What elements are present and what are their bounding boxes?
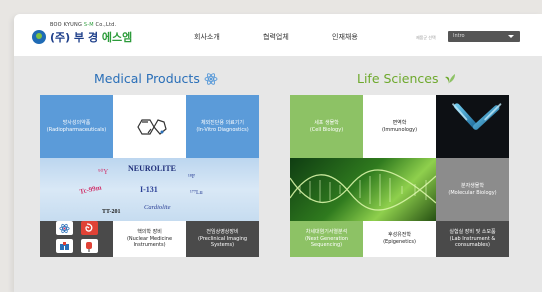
atom-icon [204,72,218,85]
tile-in-vitro-diagnostics-en: (In-Vitro Diagnostics) [196,126,249,133]
tile-antibody-image[interactable] [436,95,509,158]
dna-banner[interactable] [290,158,436,221]
chevron-down-icon [508,35,514,38]
tile-molecular-biology-ko: 분자생물학 [460,182,484,189]
plant-leaf-icon [445,73,456,85]
hospital-tile-icon [55,239,73,253]
tile-radiopharmaceuticals[interactable]: 방사성의약품 (Radiopharmaceuticals) [40,95,113,158]
nav-company-intro[interactable]: 회사소개 [194,32,220,42]
iv-bag-tile-icon [80,239,98,253]
molecule-structure-icon [136,118,167,135]
tile-molecule-image[interactable] [113,95,186,158]
medical-products-title-text: Medical Products [94,71,200,86]
tile-lab-instruments-ko: 실험실 장비 및 소모품 [449,228,496,235]
tile-cell-biology[interactable]: 세포 생물학 (Cell Biology) [290,95,363,158]
tile-preclinical-imaging[interactable]: 전임상영상장비 (Preclinical Imaging Systems) [186,221,259,257]
page: BOO KYUNG S-M Co.,Ltd. (주) 부 경 에스엠 회사소개 … [0,0,542,292]
tile-in-vitro-diagnostics-ko: 체외진단용 의료기기 [200,119,244,126]
company-name-ko: (주) 부 경 에스엠 [50,29,132,45]
tile-nuclear-icons[interactable] [40,221,113,257]
word-tc-99m: Tc-99m [79,183,103,195]
radiopharma-banner[interactable]: NEUROLITE I-131 Tc-99m Cardiolite TT-201… [40,158,259,221]
tile-lab-instruments-en: (Lab Instrument & consumables) [449,235,496,249]
word-cardiolite: Cardiolite [144,204,171,211]
radiopharma-word-cloud: NEUROLITE I-131 Tc-99m Cardiolite TT-201… [79,164,203,215]
tile-ngs-ko: 차세대염기서열분석 [305,228,348,235]
tile-preclinical-imaging-en: (Preclinical Imaging Systems) [197,235,248,249]
company-name-ko-highlight: 에스엠 [101,31,133,44]
word-i-131: I-131 [140,185,158,194]
antibody-icon [452,103,502,157]
tile-molecular-biology[interactable]: 분자생물학 (Molecular Biology) [436,158,509,221]
tile-epigenetics-ko: 후성유전학 [387,232,411,239]
tile-cell-biology-en: (Cell Biology) [309,126,344,133]
atom-tile-icon [55,221,73,235]
tile-ngs-en: (Next Generation Sequencing) [304,235,349,249]
product-select-label: 제품군 선택 [416,35,436,40]
tile-next-generation-sequencing[interactable]: 차세대염기서열분석 (Next Generation Sequencing) [290,221,363,257]
word-f-18: ¹⁸F [188,174,196,180]
medical-products-grid: 방사성의약품 (Radiopharmaceuticals) 체외진단용 의료기기(… [40,95,259,257]
word-neurolite: NEUROLITE [128,164,176,173]
company-name-en-suffix: Co.,Ltd. [93,22,117,28]
tile-immunology-en: (Immunology) [381,126,418,133]
tile-lab-instruments[interactable]: 실험실 장비 및 소모품 (Lab Instrument & consumable… [436,221,509,257]
medical-products-title[interactable]: Medical Products [94,71,218,86]
dna-helix-icon [290,169,436,211]
tile-in-vitro-diagnostics[interactable]: 체외진단용 의료기기 (In-Vitro Diagnostics) [186,95,259,158]
tile-nuclear-medicine-en: (Nuclear Medicine Instruments) [126,235,173,249]
tile-preclinical-imaging-ko: 전임상영상장비 [206,228,239,235]
word-lu-177: ¹⁷⁷Lu [190,190,203,196]
life-sciences-grid: 세포 생물학 (Cell Biology) 면역학 (Immunology) 분… [290,95,509,257]
tile-immunology-ko: 면역학 [392,119,407,126]
tile-cell-biology-ko: 세포 생물학 [314,119,339,126]
company-name-en-highlight: S-M [83,22,94,28]
tile-epigenetics-en: (Epigenetics) [383,239,416,245]
organ-tile-icon [80,221,98,235]
main-window: BOO KYUNG S-M Co.,Ltd. (주) 부 경 에스엠 회사소개 … [14,14,542,292]
company-name-en-prefix: BOO KYUNG [50,22,84,28]
logo-mark-icon [32,30,46,44]
tile-nuclear-medicine-ko: 핵의학 장비 [137,228,162,235]
word-tt-201: TT-201 [102,209,120,215]
company-logo[interactable]: BOO KYUNG S-M Co.,Ltd. (주) 부 경 에스엠 [32,22,132,45]
product-select[interactable]: Intro [448,31,520,42]
company-name-ko-prefix: (주) 부 경 [50,31,102,44]
tile-molecular-biology-en: (Molecular Biology) [448,189,497,196]
product-select-value: Intro [453,33,465,39]
nav-recruit[interactable]: 인재채용 [332,32,358,42]
tile-immunology[interactable]: 면역학 (Immunology) [363,95,436,158]
life-sciences-title-text: Life Sciences [357,71,439,86]
tile-nuclear-medicine[interactable]: 핵의학 장비 (Nuclear Medicine Instruments) [113,221,186,257]
tile-radiopharmaceuticals-ko: 방사성의약품 [62,119,91,126]
company-name-en: BOO KYUNG S-M Co.,Ltd. [50,22,132,28]
nav-partners[interactable]: 협력업체 [263,32,289,42]
tile-epigenetics[interactable]: 후성유전학 (Epigenetics) [363,221,436,257]
life-sciences-title[interactable]: Life Sciences [357,71,456,86]
site-header: BOO KYUNG S-M Co.,Ltd. (주) 부 경 에스엠 회사소개 … [14,14,542,56]
tile-radiopharmaceuticals-en: (Radiopharmaceuticals) [46,126,107,133]
word-y-90: ⁹⁰Y [98,168,108,176]
